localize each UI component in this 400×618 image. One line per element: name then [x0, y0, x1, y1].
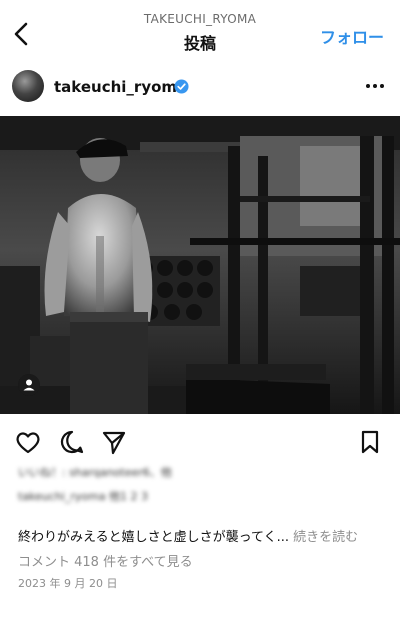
- post-caption: 終わりがみえると嬉しさと虚しさが襲ってく... 続きを読む: [18, 526, 358, 545]
- caption-text: 終わりがみえると嬉しさと虚しさが襲ってく...: [18, 530, 289, 545]
- post-date: 2023 年 9 月 20 日: [18, 577, 118, 590]
- comment-icon[interactable]: [58, 428, 86, 456]
- post-author-row: takeuchi_ryoma: [0, 64, 400, 110]
- user-tag-icon[interactable]: [18, 374, 40, 396]
- send-icon[interactable]: [100, 428, 128, 456]
- likes-line[interactable]: いいね！: sharqanoteer6、他: [18, 464, 172, 480]
- verified-badge-icon: [174, 79, 189, 94]
- likes-line-secondary: takeuchi_ryoma 他1 2 3: [18, 490, 149, 503]
- author-username[interactable]: takeuchi_ryoma: [54, 78, 187, 96]
- follow-button[interactable]: フォロー: [320, 24, 384, 48]
- more-dots-icon[interactable]: [364, 76, 386, 96]
- view-comments-link[interactable]: コメント 418 件をすべて見る: [18, 551, 193, 570]
- action-bar: [0, 422, 400, 458]
- avatar[interactable]: [12, 70, 44, 102]
- read-more-link[interactable]: 続きを読む: [293, 530, 358, 545]
- heart-icon[interactable]: [14, 428, 42, 456]
- top-bar: TAKEUCHI_RYOMA 投稿 フォロー: [0, 0, 400, 64]
- post-photo[interactable]: [0, 116, 400, 414]
- bookmark-icon[interactable]: [356, 428, 384, 456]
- gym-photo-image: [0, 116, 400, 414]
